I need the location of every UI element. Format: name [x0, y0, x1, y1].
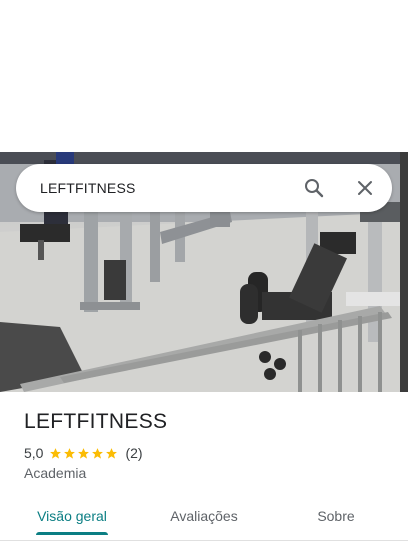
star-rating: [49, 447, 119, 460]
star-icon: [92, 447, 104, 459]
search-bar: [16, 164, 392, 212]
tabs-divider: [0, 540, 408, 541]
place-category: Academia: [24, 465, 87, 481]
search-icon[interactable]: [302, 176, 326, 200]
star-icon: [50, 447, 62, 459]
rating-value: 5,0: [24, 445, 44, 461]
active-tab-indicator: [36, 532, 108, 535]
rating-row[interactable]: 5,0 (2): [24, 444, 143, 462]
star-icon: [78, 447, 90, 459]
close-icon[interactable]: [353, 176, 377, 200]
place-tabs: Visão geral Avaliações Sobre: [0, 494, 408, 538]
review-count: (2): [125, 445, 143, 461]
map-blank-area: [0, 0, 408, 152]
search-input[interactable]: [40, 164, 280, 212]
star-icon: [64, 447, 76, 459]
star-icon: [106, 447, 118, 459]
tab-about[interactable]: Sobre: [272, 494, 400, 538]
tab-reviews[interactable]: Avaliações: [136, 494, 272, 538]
place-title: LEFTFITNESS: [24, 410, 168, 433]
